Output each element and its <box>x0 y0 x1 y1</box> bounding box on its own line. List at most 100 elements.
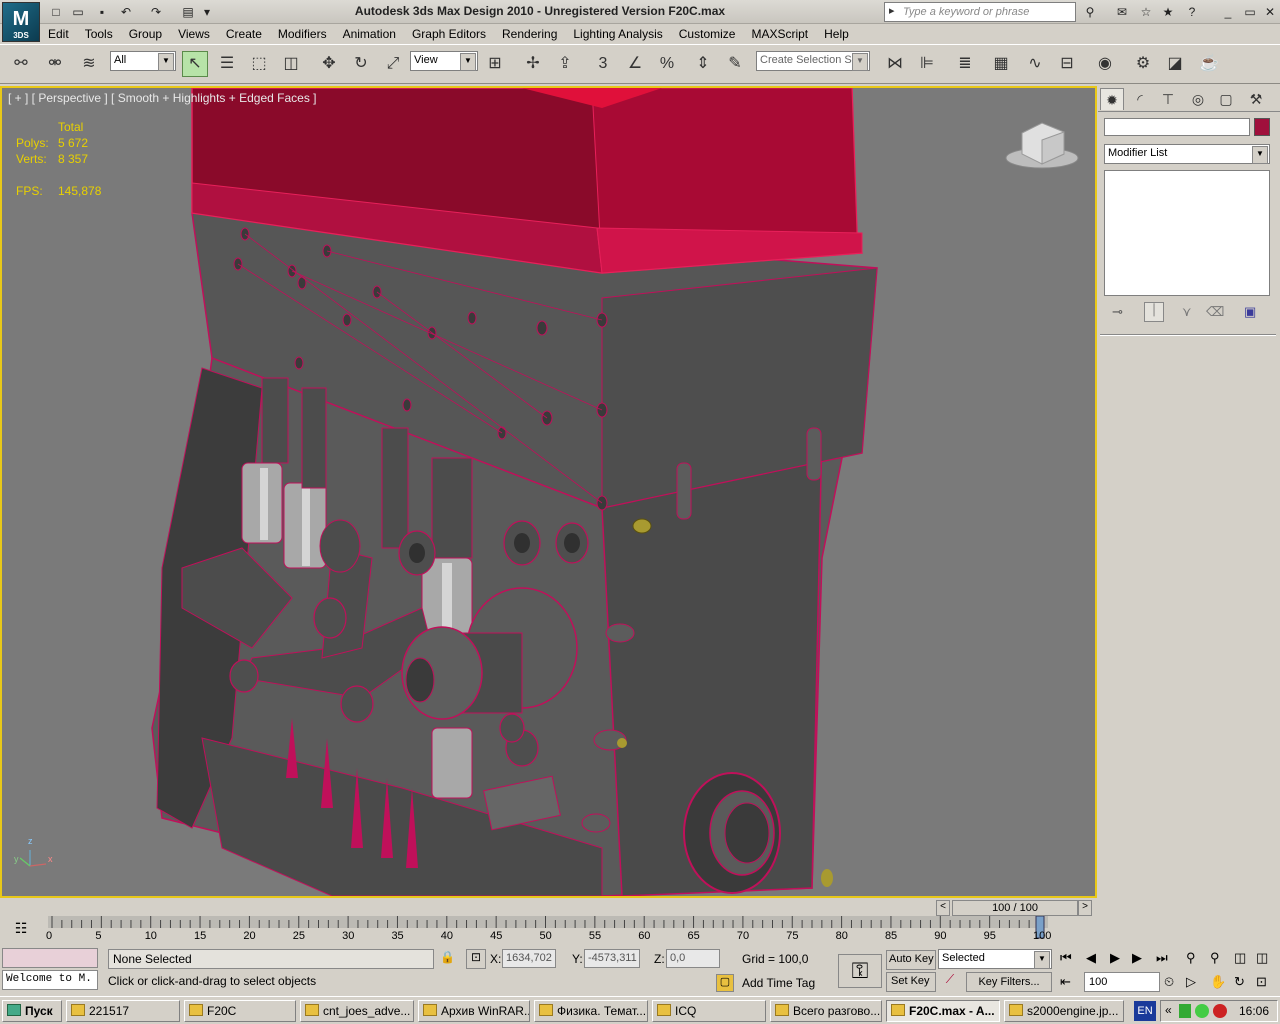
select-by-name-icon[interactable]: ☰ <box>214 51 240 77</box>
help-icon[interactable]: ? <box>1182 3 1202 21</box>
key-mode-toggle-icon[interactable]: ⇤ <box>1060 974 1071 990</box>
curve-editor-icon[interactable]: ∿ <box>1022 51 1048 77</box>
modifier-list-dropdown[interactable]: Modifier List <box>1104 144 1270 164</box>
restore-icon[interactable]: ▭ <box>1240 3 1260 21</box>
key-mode-dropdown[interactable]: Selected <box>938 949 1052 969</box>
maxscript-listener-field[interactable] <box>2 948 98 968</box>
key-filters-button[interactable]: Key Filters... <box>966 972 1052 992</box>
rotate-icon[interactable]: ↻ <box>348 51 374 77</box>
taskbar-item[interactable]: 221517 <box>66 1000 180 1022</box>
taskbar-item[interactable]: Архив WinRAR... <box>418 1000 530 1022</box>
z-coordinate-field[interactable]: 0,0 <box>666 949 720 968</box>
search-input[interactable]: Type a keyword or phrase <box>884 2 1076 22</box>
select-object-icon[interactable]: ↖ <box>182 51 208 77</box>
tray-app-icon[interactable] <box>1179 1004 1191 1018</box>
add-time-tag[interactable]: Add Time Tag <box>742 976 815 990</box>
taskbar-item[interactable]: s2000engine.jp... <box>1004 1000 1124 1022</box>
percent-snap-icon[interactable]: % <box>654 51 680 77</box>
schematic-view-icon[interactable]: ⊟ <box>1054 51 1080 77</box>
tray-expand-icon[interactable]: « <box>1165 1003 1172 1017</box>
window-crossing-icon[interactable]: ◫ <box>278 51 304 77</box>
new-file-icon[interactable]: □ <box>46 3 66 21</box>
favorites-icon[interactable]: ★ <box>1158 3 1178 21</box>
show-end-result-icon[interactable]: ⏐ <box>1144 302 1164 322</box>
go-to-start-icon[interactable]: ⏮ <box>1060 950 1072 966</box>
project-folder-icon[interactable]: ▤ <box>178 3 198 21</box>
menu-customize[interactable]: Customize <box>671 24 744 41</box>
start-button[interactable]: Пуск <box>2 1000 62 1022</box>
x-coordinate-field[interactable]: 1634,702 <box>502 949 556 968</box>
current-frame-field[interactable]: 100 <box>1084 972 1160 992</box>
object-name-input[interactable] <box>1104 118 1250 136</box>
spinner-snap-icon[interactable]: ⇕ <box>690 51 716 77</box>
next-frame-arrow[interactable]: > <box>1078 900 1092 916</box>
field-of-view-icon[interactable]: ▷ <box>1186 974 1196 990</box>
quick-access-dropdown-icon[interactable]: ▾ <box>200 3 214 21</box>
configure-modifier-sets-icon[interactable]: ▣ <box>1244 304 1256 320</box>
language-indicator[interactable]: EN <box>1134 1001 1156 1021</box>
scale-icon[interactable]: ⤢ <box>380 51 406 77</box>
menu-group[interactable]: Group <box>121 24 170 41</box>
icq-tray-icon[interactable] <box>1195 1004 1209 1018</box>
lock-selection-icon[interactable]: 🔒 <box>440 950 455 964</box>
edit-named-selections-icon[interactable]: ✎ <box>722 51 748 77</box>
orbit-icon[interactable]: ↻ <box>1234 974 1245 990</box>
selection-region-icon[interactable]: ⬚ <box>246 51 272 77</box>
select-and-manipulate-icon[interactable]: ✢ <box>520 51 546 77</box>
motion-tab-icon[interactable]: ◎ <box>1186 88 1210 110</box>
taskbar-item[interactable]: cnt_joes_adve... <box>300 1000 414 1022</box>
taskbar-item[interactable]: Всего разгово... <box>770 1000 882 1022</box>
next-frame-icon[interactable]: ▶ <box>1132 950 1142 966</box>
close-icon[interactable]: ✕ <box>1260 3 1280 21</box>
selection-filter-dropdown[interactable]: All <box>110 51 176 71</box>
zoom-icon[interactable]: ⚲ <box>1186 950 1196 966</box>
viewport-label[interactable]: [ + ] [ Perspective ] [ Smooth + Highlig… <box>8 91 317 105</box>
clock[interactable]: 16:06 <box>1239 1004 1269 1018</box>
favorites-star-icon[interactable]: ☆ <box>1136 3 1156 21</box>
menu-animation[interactable]: Animation <box>335 24 404 41</box>
time-tag-icon[interactable]: ▢ <box>716 974 734 992</box>
reference-coordinate-dropdown[interactable]: View <box>410 51 478 71</box>
menu-modifiers[interactable]: Modifiers <box>270 24 335 41</box>
named-selection-dropdown[interactable]: Create Selection Se <box>756 51 870 71</box>
unlink-icon[interactable]: ⚮ <box>42 51 68 77</box>
make-unique-icon[interactable]: ⋎ <box>1182 304 1192 320</box>
menu-views[interactable]: Views <box>170 24 218 41</box>
pivot-center-icon[interactable]: ⊞ <box>482 51 508 77</box>
set-key-key-icon[interactable]: ⚿ <box>838 954 882 988</box>
prev-frame-arrow[interactable]: < <box>936 900 950 916</box>
previous-frame-icon[interactable]: ◀ <box>1086 950 1096 966</box>
time-slider[interactable]: 100 / 100 <box>952 900 1078 916</box>
time-configuration-icon[interactable]: ⏲ <box>1164 974 1174 990</box>
align-icon[interactable]: ⊫ <box>914 51 940 77</box>
set-key-button[interactable]: Set Key <box>886 972 936 992</box>
play-icon[interactable]: ▶ <box>1110 950 1120 966</box>
render-production-icon[interactable]: ☕ <box>1196 51 1222 77</box>
menu-graph-editors[interactable]: Graph Editors <box>404 24 494 41</box>
minimize-icon[interactable]: _ <box>1218 3 1238 21</box>
menu-create[interactable]: Create <box>218 24 270 41</box>
hierarchy-tab-icon[interactable]: ⊤ <box>1156 88 1180 110</box>
undo-icon[interactable]: ↶ <box>116 3 136 21</box>
taskbar-item[interactable]: F20C.max - A... <box>886 1000 1000 1022</box>
open-file-icon[interactable]: ▭ <box>68 3 88 21</box>
graphite-ribbon-icon[interactable]: ▦ <box>988 51 1014 77</box>
object-color-swatch[interactable] <box>1254 118 1270 136</box>
zoom-extents-all-icon[interactable]: ◫ <box>1256 950 1268 966</box>
menu-rendering[interactable]: Rendering <box>494 24 565 41</box>
perspective-viewport[interactable]: [ + ] [ Perspective ] [ Smooth + Highlig… <box>0 86 1097 898</box>
menu-edit[interactable]: Edit <box>40 24 77 41</box>
app-logo[interactable]: M 3DS <box>2 2 40 42</box>
select-and-link-icon[interactable]: ⚯ <box>8 51 34 77</box>
menu-help[interactable]: Help <box>816 24 857 41</box>
remove-modifier-icon[interactable]: ⌫ <box>1206 304 1224 320</box>
layer-manager-icon[interactable]: ≣ <box>952 51 978 77</box>
material-editor-icon[interactable]: ◉ <box>1092 51 1118 77</box>
taskbar-item[interactable]: Физика. Темат... <box>534 1000 648 1022</box>
angle-snap-icon[interactable]: ∠ <box>622 51 648 77</box>
render-setup-icon[interactable]: ⚙ <box>1130 51 1156 77</box>
pan-view-icon[interactable]: ✋ <box>1210 974 1226 990</box>
absolute-mode-icon[interactable]: ⊡ <box>466 949 486 969</box>
antivirus-tray-icon[interactable] <box>1213 1004 1227 1018</box>
binoculars-icon[interactable]: ⚲ <box>1080 3 1100 21</box>
